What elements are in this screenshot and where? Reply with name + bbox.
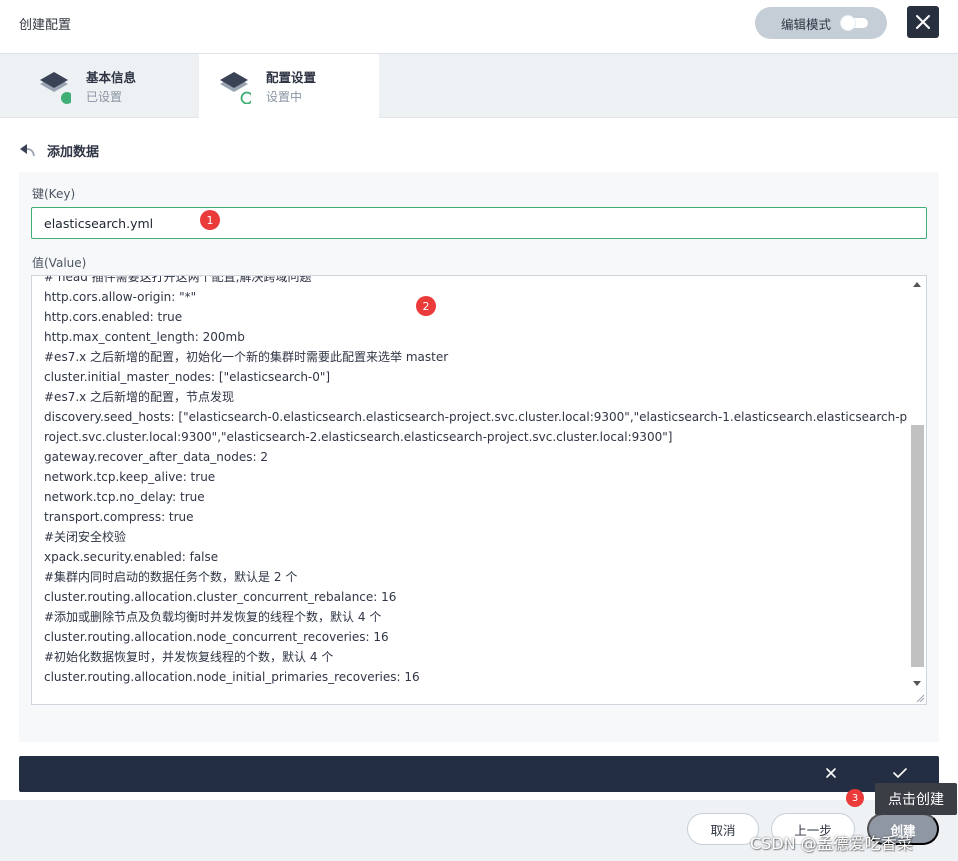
value-line: cluster.routing.allocation.node_initial_… [44,670,420,684]
value-textarea[interactable]: # head 插件需要这打开这两个配置,解决跨域问题 http.cors.allo… [31,275,927,705]
value-line: #添加或删除节点及负载均衡时并发恢复的线程个数，默认 4 个 [44,610,382,624]
value-line: #关闭安全校验 [44,530,127,544]
value-line: transport.compress: true [44,510,194,524]
section-title: 添加数据 [47,144,100,160]
value-line: #es7.x 之后新增的配置，节点发现 [44,390,235,404]
back-row[interactable]: 添加数据 [19,140,99,160]
value-line: #es7.x 之后新增的配置，初始化一个新的集群时需要此配置来选举 master [44,350,449,364]
click-create-tooltip: 点击创建 [875,783,957,815]
vertical-scrollbar[interactable] [911,278,924,686]
step-basic-info-status: 已设置 [86,90,123,104]
value-line: discovery.seed_hosts: ["elasticsearch-0.… [44,410,908,444]
edit-mode-toggle[interactable]: 编辑模式 [755,7,887,39]
entry-action-bar [19,756,939,792]
value-line: cluster.routing.allocation.node_concurre… [44,630,389,644]
layers-icon [220,72,251,104]
key-input[interactable] [31,207,927,239]
annotation-badge-2: 2 [416,296,436,316]
value-line: network.tcp.no_delay: true [44,490,205,504]
discard-entry-icon[interactable] [824,766,838,780]
layers-icon [40,72,71,104]
value-line: xpack.security.enabled: false [44,550,219,564]
step-config-settings-status: 设置中 [266,90,303,104]
step-config-settings-name: 配置设置 [266,70,317,85]
value-line: http.cors.enabled: true [44,310,183,324]
key-label: 键(Key) [32,187,76,201]
step-bar: 基本信息 已设置 配置设置 设置中 [0,54,958,118]
toggle-knob [841,16,855,30]
scroll-thumb[interactable] [911,425,924,667]
dialog-title: 创建配置 [19,18,72,33]
annotation-badge-1: 1 [200,210,220,230]
value-line: # head 插件需要这打开这两个配置,解决跨域问题 [44,275,312,284]
step-config-settings[interactable]: 配置设置 设置中 [199,54,379,118]
close-button[interactable] [907,6,939,38]
value-line: cluster.routing.allocation.cluster_concu… [44,590,397,604]
watermark: CSDN @孟德爱吃香菜 [750,834,913,853]
edit-mode-label: 编辑模式 [781,16,832,32]
annotation-badge-3: 3 [846,789,864,807]
value-line: #集群内同时启动的数据任务个数，默认是 2 个 [44,570,298,584]
form-panel: 键(Key) 值(Value) # head 插件需要这打开这两个配置,解决跨域… [19,172,939,742]
value-line: gateway.recover_after_data_nodes: 2 [44,450,268,464]
close-icon [916,15,930,29]
value-line: network.tcp.keep_alive: true [44,470,216,484]
dialog-header: 创建配置 编辑模式 [0,0,958,54]
value-content: # head 插件需要这打开这两个配置,解决跨域问题 http.cors.allo… [44,275,910,687]
scroll-up-arrow-icon[interactable] [913,282,921,287]
back-arrow-icon[interactable] [19,142,37,158]
value-line: cluster.initial_master_nodes: ["elastics… [44,370,331,384]
toggle-switch[interactable] [841,16,868,30]
step-basic-info[interactable]: 基本信息 已设置 [19,54,199,118]
value-line: #初始化数据恢复时，并发恢复线程的个数，默认 4 个 [44,650,334,664]
value-line: http.max_content_length: 200mb [44,330,245,344]
confirm-entry-icon[interactable] [892,766,908,780]
value-line: http.cors.allow-origin: "*" [44,290,197,304]
value-label: 值(Value) [32,256,87,270]
step-basic-info-name: 基本信息 [86,70,137,85]
scroll-down-arrow-icon[interactable] [913,681,921,686]
resize-grip-icon[interactable] [915,693,925,703]
cancel-button[interactable]: 取消 [687,813,759,845]
